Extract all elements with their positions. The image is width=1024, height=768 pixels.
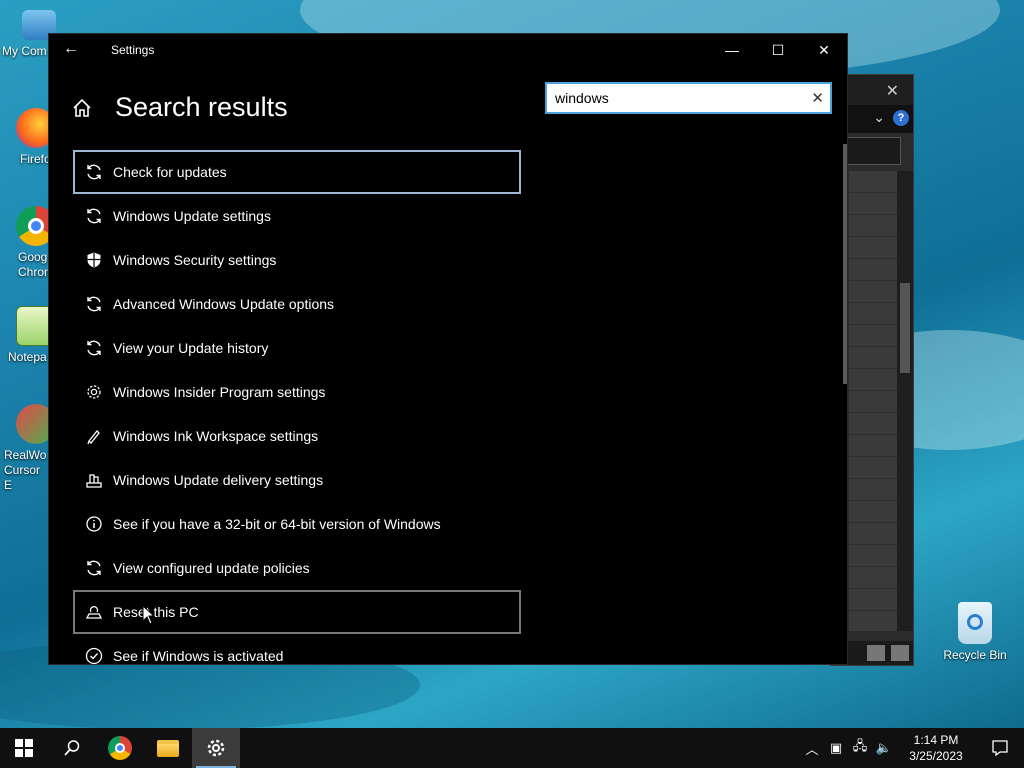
clock-time: 1:14 PM (913, 733, 959, 747)
delivery-icon (85, 471, 103, 489)
info-icon (85, 515, 103, 533)
clear-search-icon[interactable]: ✕ (811, 89, 824, 107)
sync-icon (85, 163, 103, 181)
sync-icon (85, 207, 103, 225)
result-reset-this-pc[interactable]: Reset this PC (73, 590, 521, 634)
scrollbar-thumb[interactable] (900, 283, 910, 373)
search-icon (64, 740, 80, 756)
shield-icon (85, 251, 103, 269)
result-advanced-windows-update-options[interactable]: Advanced Windows Update options (73, 282, 521, 326)
back-arrow-icon[interactable]: ← (63, 40, 79, 58)
notification-center-button[interactable] (976, 739, 1024, 757)
settings-icon (207, 739, 225, 757)
result-windows-security-settings[interactable]: Windows Security settings (73, 238, 521, 282)
taskbar-file-explorer[interactable] (144, 728, 192, 768)
result-see-if-windows-is-activated[interactable]: See if Windows is activated (73, 634, 521, 664)
start-button[interactable] (0, 728, 48, 768)
vertical-scrollbar[interactable] (897, 171, 913, 631)
result-32-or-64-bit-version[interactable]: See if you have a 32-bit or 64-bit versi… (73, 502, 521, 546)
file-explorer-icon (157, 739, 179, 757)
clock-date: 3/25/2023 (909, 749, 963, 763)
page-header: Search results (71, 92, 288, 123)
home-icon[interactable] (71, 97, 93, 119)
close-button[interactable]: ✕ (801, 34, 847, 66)
title-bar[interactable]: ← Settings — ☐ ✕ (49, 34, 847, 66)
close-icon[interactable]: ✕ (886, 81, 899, 101)
sync-icon (85, 295, 103, 313)
pen-icon (85, 427, 103, 445)
network-icon[interactable]: 🖧 (848, 737, 872, 759)
search-results-list: Check for updates Windows Update setting… (73, 150, 521, 664)
background-window-grid[interactable] (849, 171, 897, 631)
help-icon[interactable]: ? (893, 110, 909, 126)
taskbar-chrome[interactable] (96, 728, 144, 768)
taskbar-settings[interactable] (192, 728, 240, 768)
result-view-configured-update-policies[interactable]: View configured update policies (73, 546, 521, 590)
maximize-button[interactable]: ☐ (755, 34, 801, 66)
result-windows-ink-workspace-settings[interactable]: Windows Ink Workspace settings (73, 414, 521, 458)
window-title: Settings (111, 43, 155, 57)
start-icon (15, 739, 33, 757)
reset-pc-icon (85, 603, 103, 621)
volume-icon[interactable]: 🔈 (872, 740, 896, 756)
result-windows-update-settings[interactable]: Windows Update settings (73, 194, 521, 238)
view-icon[interactable] (867, 645, 885, 661)
result-check-for-updates[interactable]: Check for updates (73, 150, 521, 194)
taskbar-search-button[interactable] (48, 728, 96, 768)
minimize-button[interactable]: — (709, 34, 755, 66)
gear-icon (85, 383, 103, 401)
desktop-icon-recycle-bin[interactable]: Recycle Bin (940, 602, 1010, 663)
settings-window[interactable]: ← Settings — ☐ ✕ Search results ✕ Check … (48, 33, 848, 665)
sync-icon (85, 339, 103, 357)
mouse-cursor-icon (142, 605, 156, 625)
security-center-icon[interactable]: ▣ (824, 740, 848, 756)
result-windows-insider-program-settings[interactable]: Windows Insider Program settings (73, 370, 521, 414)
taskbar: ︿ ▣ 🖧 🔈 1:14 PM 3/25/2023 (0, 728, 1024, 768)
chevron-up-icon[interactable]: ︿ (800, 739, 824, 758)
search-box[interactable]: ✕ (545, 82, 832, 114)
layout-icon[interactable] (891, 645, 909, 661)
background-window-field[interactable] (845, 137, 901, 165)
system-tray: ︿ ▣ 🖧 🔈 1:14 PM 3/25/2023 (800, 728, 1024, 768)
chevron-down-icon[interactable]: ⌄ (873, 109, 885, 126)
recycle-bin-icon (958, 602, 992, 644)
search-input[interactable] (547, 84, 797, 112)
notification-icon (992, 740, 1008, 757)
result-windows-update-delivery-settings[interactable]: Windows Update delivery settings (73, 458, 521, 502)
page-title: Search results (115, 92, 288, 122)
window-scrollbar[interactable] (843, 144, 847, 384)
sync-icon (85, 559, 103, 577)
check-circle-icon (85, 647, 103, 664)
chrome-icon (108, 736, 132, 760)
result-view-update-history[interactable]: View your Update history (73, 326, 521, 370)
clock[interactable]: 1:14 PM 3/25/2023 (896, 732, 976, 764)
